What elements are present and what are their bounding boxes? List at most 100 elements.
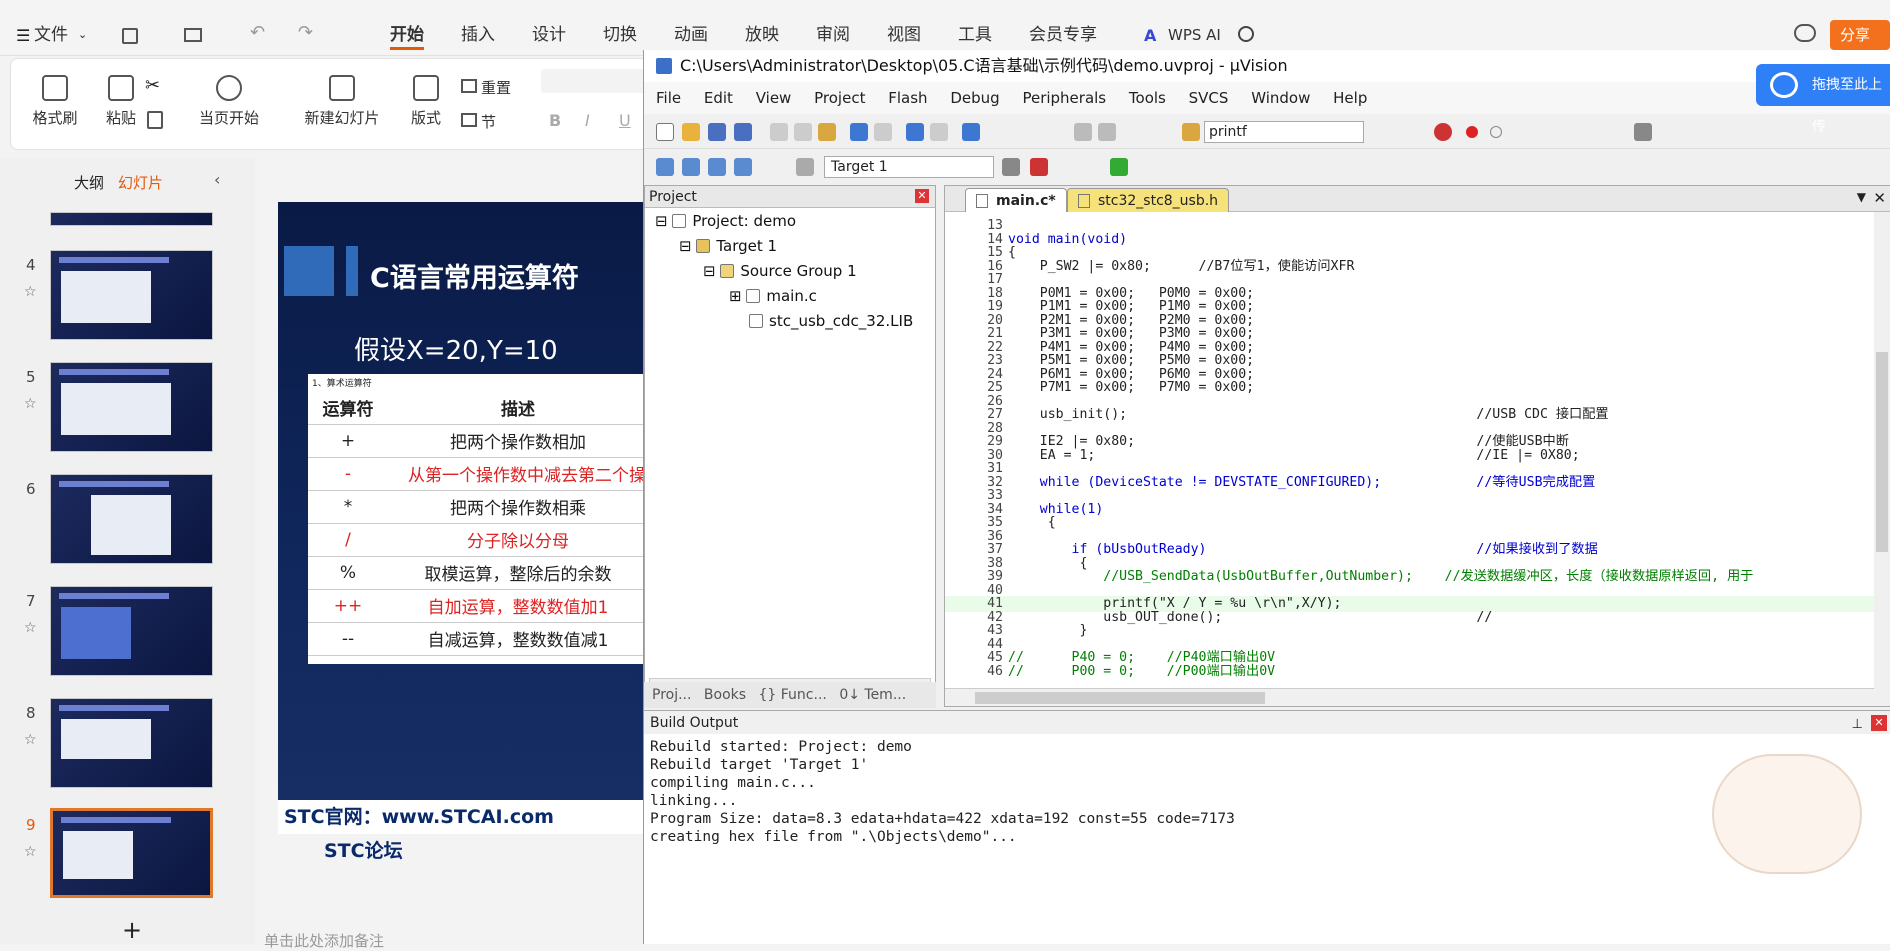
menu-edit[interactable]: Edit: [704, 89, 733, 107]
star-icon[interactable]: ☆: [24, 732, 37, 748]
slide-canvas[interactable]: C语言常用运算符 假设X=20,Y=10 1、算术运算符 运算符 描述 + 把两个…: [278, 202, 644, 834]
manage-components-icon[interactable]: [1030, 158, 1048, 176]
star-icon[interactable]: ☆: [24, 620, 37, 636]
slide-thumb-6[interactable]: [50, 474, 213, 564]
close-icon[interactable]: ✕: [1871, 715, 1887, 731]
tab-insert[interactable]: 插入: [461, 20, 495, 50]
nav-back-icon[interactable]: [906, 123, 924, 141]
tree-group[interactable]: ⊟ Source Group 1: [703, 262, 857, 280]
tab-templates[interactable]: 0↓ Tem...: [839, 687, 906, 703]
target-options-icon[interactable]: [1002, 158, 1020, 176]
tab-member[interactable]: 会员专享: [1029, 20, 1097, 50]
share-button[interactable]: 分享: [1830, 20, 1890, 50]
menu-help[interactable]: Help: [1333, 89, 1367, 107]
nav-forward-icon[interactable]: [930, 123, 948, 141]
translate-icon[interactable]: [656, 158, 674, 176]
menu-peripherals[interactable]: Peripherals: [1022, 89, 1106, 107]
menu-window[interactable]: Window: [1251, 89, 1310, 107]
breakpoint-disable-icon[interactable]: [1490, 126, 1502, 138]
wps-ai-button[interactable]: WPS AI: [1168, 20, 1221, 50]
tab-outline[interactable]: 大纲: [74, 172, 104, 193]
save-file-icon[interactable]: [708, 123, 726, 141]
tab-animation[interactable]: 动画: [674, 20, 708, 50]
add-slide-button[interactable]: +: [122, 916, 142, 944]
pack-installer-icon[interactable]: [1110, 158, 1128, 176]
config-wrench-icon[interactable]: [1634, 123, 1652, 141]
italic-button[interactable]: I: [585, 111, 590, 130]
editor-hscrollbar[interactable]: [945, 688, 1890, 706]
menu-flash[interactable]: Flash: [888, 89, 927, 107]
load-icon[interactable]: [796, 158, 814, 176]
tab-usb-header[interactable]: stc32_stc8_usb.h: [1067, 188, 1230, 212]
tab-transition[interactable]: 切换: [603, 20, 637, 50]
slide-thumb-7[interactable]: [50, 586, 213, 676]
tree-file-lib[interactable]: stc_usb_cdc_32.LIB: [749, 312, 913, 330]
notes-hint[interactable]: 单击此处添加备注: [264, 930, 384, 951]
slide-thumb-3[interactable]: [50, 212, 213, 226]
layout-button[interactable]: 版式: [401, 75, 451, 128]
tab-start[interactable]: 开始: [390, 20, 424, 50]
scroll-thumb[interactable]: [975, 692, 1265, 704]
tree-root[interactable]: ⊟ Project: demo: [655, 212, 796, 230]
tab-slideshow[interactable]: 放映: [745, 20, 779, 50]
reset-button[interactable]: 重置: [461, 77, 531, 98]
menu-tools[interactable]: Tools: [1129, 89, 1166, 107]
new-slide-button[interactable]: 新建幻灯片: [297, 75, 387, 128]
batch-build-icon[interactable]: [734, 158, 752, 176]
tree-file-main[interactable]: ⊞ main.c: [729, 287, 817, 305]
file-menu-chevron-icon[interactable]: ⌄: [78, 28, 87, 41]
tab-tools[interactable]: 工具: [958, 20, 992, 50]
file-menu[interactable]: 文件: [34, 20, 68, 50]
menu-project[interactable]: Project: [814, 89, 865, 107]
underline-button[interactable]: U: [619, 111, 631, 130]
scroll-thumb[interactable]: [1876, 352, 1888, 552]
bold-button[interactable]: B: [549, 111, 561, 130]
star-icon[interactable]: ☆: [24, 396, 37, 412]
build-icon[interactable]: [682, 158, 700, 176]
star-icon[interactable]: ☆: [24, 284, 37, 300]
find-in-files-icon[interactable]: [1182, 123, 1200, 141]
slide-thumb-9[interactable]: [50, 808, 213, 898]
redo-icon[interactable]: [874, 123, 892, 141]
debug-icon[interactable]: [1434, 123, 1452, 141]
cut-icon[interactable]: [770, 123, 788, 141]
menu-debug[interactable]: Debug: [950, 89, 999, 107]
slide-thumb-8[interactable]: [50, 698, 213, 788]
undo-icon[interactable]: ↶: [250, 22, 265, 43]
save-icon[interactable]: [122, 28, 138, 44]
font-combo[interactable]: [541, 69, 651, 93]
unindent-icon[interactable]: [1098, 123, 1116, 141]
close-icon[interactable]: ✕: [1873, 189, 1886, 207]
print-icon[interactable]: [184, 28, 202, 42]
target-select[interactable]: Target 1: [824, 156, 994, 178]
build-output[interactable]: Rebuild started: Project: demo Rebuild t…: [644, 734, 1890, 944]
menu-file[interactable]: File: [656, 89, 681, 107]
find-combo[interactable]: printf: [1204, 121, 1364, 143]
menu-svcs[interactable]: SVCS: [1189, 89, 1229, 107]
new-file-icon[interactable]: [656, 123, 674, 141]
close-icon[interactable]: ✕: [915, 189, 929, 203]
hamburger-icon[interactable]: ☰: [16, 26, 30, 45]
tab-functions[interactable]: {} Func...: [759, 687, 827, 703]
save-all-icon[interactable]: [734, 123, 752, 141]
open-file-icon[interactable]: [682, 123, 700, 141]
collapse-panel-icon[interactable]: ‹: [214, 170, 220, 189]
tab-books[interactable]: Books: [704, 687, 746, 703]
bookmark-icon[interactable]: [962, 123, 980, 141]
breakpoint-icon[interactable]: [1466, 126, 1478, 138]
tree-target[interactable]: ⊟ Target 1: [679, 237, 777, 255]
play-from-current-button[interactable]: 当页开始: [191, 75, 267, 128]
tab-review[interactable]: 审阅: [816, 20, 850, 50]
copy-icon[interactable]: [147, 111, 163, 129]
paste-button[interactable]: 粘贴: [91, 75, 151, 128]
indent-icon[interactable]: [1074, 123, 1092, 141]
tab-design[interactable]: 设计: [532, 20, 566, 50]
paste-icon[interactable]: [818, 123, 836, 141]
rebuild-icon[interactable]: [708, 158, 726, 176]
tab-slides[interactable]: 幻灯片: [118, 172, 163, 193]
copy-icon[interactable]: [794, 123, 812, 141]
format-painter-button[interactable]: 格式刷: [27, 75, 83, 128]
tab-project[interactable]: Proj...: [652, 687, 691, 703]
redo-icon[interactable]: ↷: [298, 22, 313, 43]
code-area[interactable]: 13 14 void main(void) 15{16 P_SW2 |= 0x80; …: [945, 216, 1890, 688]
